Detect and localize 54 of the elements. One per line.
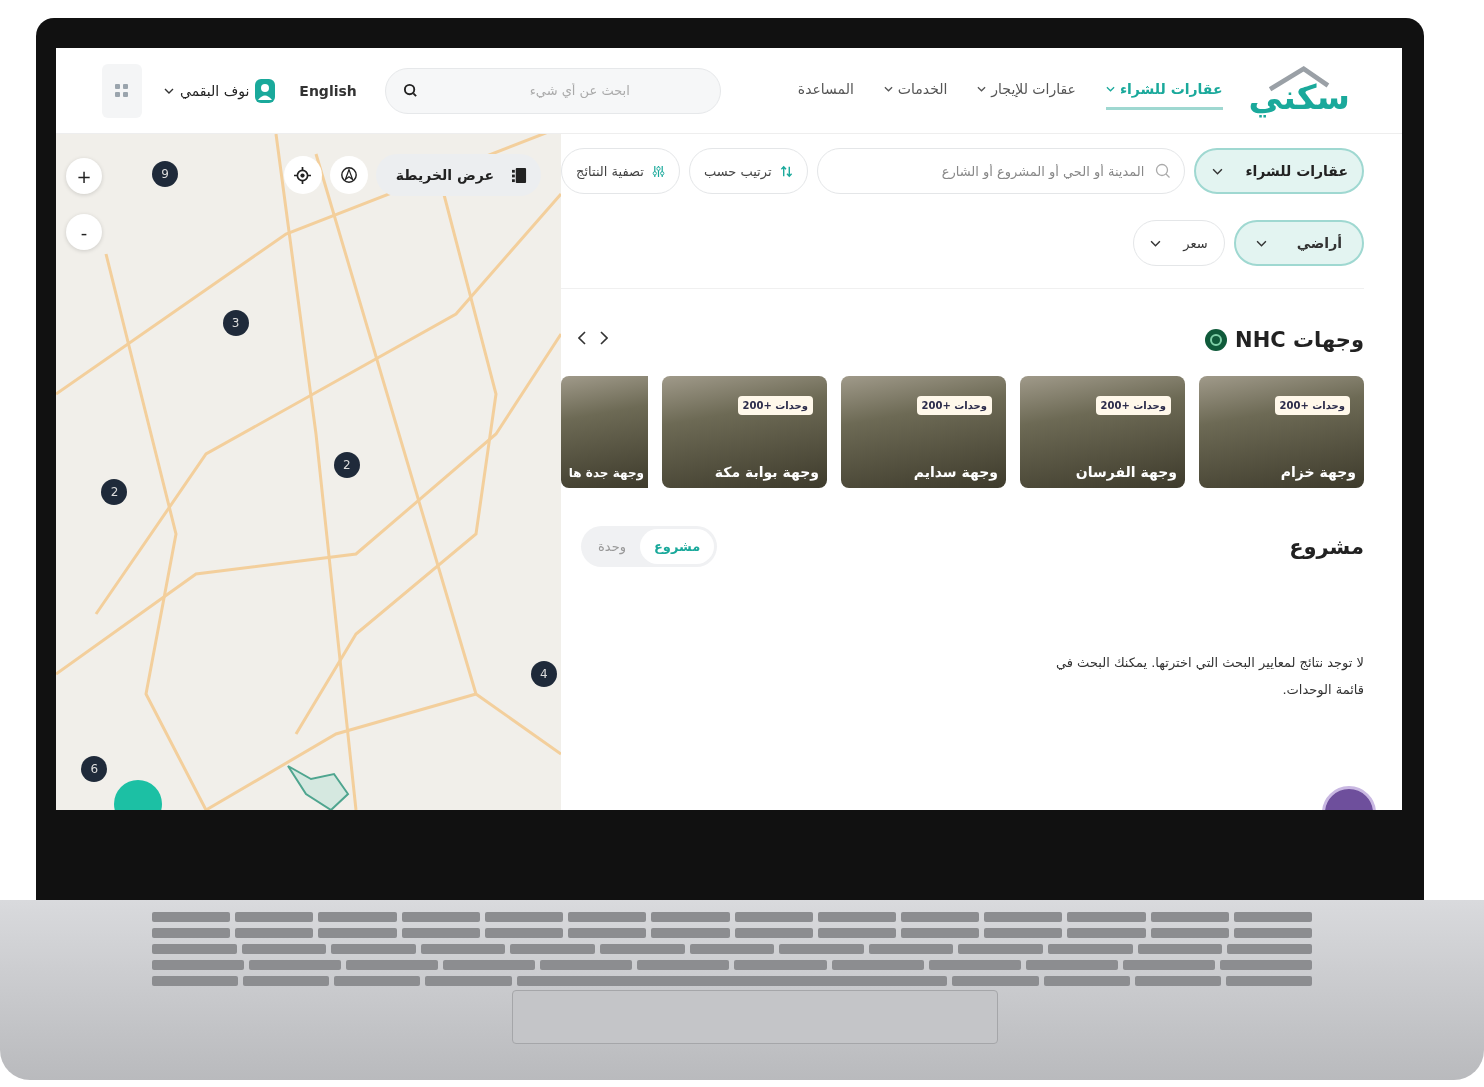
destination-name: وجهة خزام [1280, 464, 1356, 480]
user-avatar-icon [255, 78, 276, 103]
caret-icon [1255, 239, 1267, 247]
destination-card[interactable]: وحدات +200 وجهة الفرسان [1020, 376, 1185, 488]
user-menu[interactable]: نوف البقمي [180, 82, 250, 99]
units-badge: وحدات +200 [737, 396, 813, 415]
zoom-out-button[interactable]: - [66, 214, 102, 250]
sliders-icon [651, 164, 665, 178]
destination-name: وجهة جدة ها [568, 466, 644, 480]
zoom-in-button[interactable]: + [66, 158, 102, 194]
units-badge: وحدات +200 [1274, 396, 1350, 415]
sort-arrows-icon [779, 164, 793, 178]
search-icon [402, 82, 418, 98]
locate-button[interactable] [283, 156, 322, 194]
nav-tab[interactable]: المساعدة [797, 71, 854, 110]
chevron-right-icon [600, 331, 608, 345]
cluster-marker[interactable]: 2 [333, 451, 360, 478]
caret-icon [1212, 167, 1224, 175]
nav-tab[interactable]: الخدمات [883, 71, 948, 110]
destination-card[interactable]: وجهة جدة ها [561, 376, 648, 488]
destination-name: وجهة بوابة مكة [714, 464, 819, 480]
section-title: وجهات NHC [1235, 327, 1364, 352]
map-view-button[interactable]: عرض الخريطة [375, 154, 541, 196]
chevron-left-icon [578, 331, 586, 345]
caret-icon [1150, 239, 1162, 247]
destination-card[interactable]: وحدات +200 وجهة سدايم [841, 376, 1006, 488]
filter-chip[interactable]: أراضي [1233, 220, 1364, 266]
cluster-marker[interactable]: 3 [222, 309, 249, 336]
grid-icon [115, 83, 129, 98]
nhc-logo-icon [1205, 328, 1228, 351]
nav-tab[interactable]: عقارات للإيجار [977, 71, 1076, 110]
filter-chip[interactable]: سعر [1133, 220, 1225, 266]
compass-button[interactable] [329, 156, 368, 194]
language-link[interactable]: English [299, 82, 357, 99]
section-title: مشروع [1289, 534, 1364, 559]
caret-icon [164, 87, 174, 94]
destination-card[interactable]: وحدات +200 وجهة بوابة مكة [662, 376, 827, 488]
compass-icon [339, 166, 358, 184]
sort-button[interactable]: ترتيب حسب [688, 148, 808, 194]
cluster-marker[interactable]: 2 [101, 478, 128, 505]
filter-button[interactable]: تصفية النتائج [561, 148, 680, 194]
locate-icon [294, 166, 312, 184]
destination-name: وجهة الفرسان [1075, 464, 1177, 480]
empty-results-message: لا توجد نتائج لمعايير البحث التي اخترتها. يمكنك البحث في قائمة الوحدات. [1054, 654, 1364, 700]
map-panel-icon [512, 166, 527, 184]
units-badge: وحدات +200 [916, 396, 992, 415]
destination-name: وجهة سدايم [913, 464, 998, 480]
cluster-marker[interactable]: 4 [530, 661, 557, 688]
cluster-marker[interactable]: 6 [81, 755, 108, 782]
area-polygon[interactable] [287, 765, 350, 810]
category-dropdown[interactable]: عقارات للشراء [1194, 148, 1364, 194]
cluster-marker[interactable]: 9 [151, 161, 178, 188]
destination-card[interactable]: وحدات +200 وجهة خزام [1199, 376, 1364, 488]
units-badge: وحدات +200 [1095, 396, 1171, 415]
